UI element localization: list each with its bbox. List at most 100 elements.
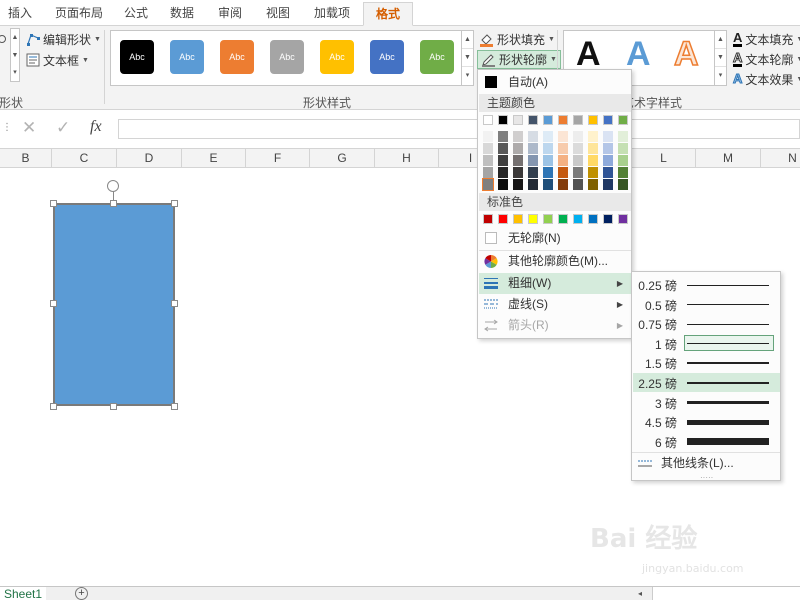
resize-handle[interactable] (171, 300, 178, 307)
edit-shape-button[interactable]: 编辑形状 ▼ (26, 30, 101, 48)
rotate-handle-icon[interactable] (107, 180, 119, 192)
column-header[interactable]: C (52, 149, 117, 168)
color-swatch[interactable] (498, 143, 508, 154)
scroll-up-icon[interactable]: ▲ (715, 31, 726, 49)
text-effects-button[interactable]: A 文本效果 ▼ (732, 70, 800, 88)
resize-grip-icon[interactable]: ····· (700, 473, 713, 482)
color-swatch[interactable] (558, 155, 568, 166)
color-swatch[interactable] (603, 115, 613, 125)
color-swatch[interactable] (603, 179, 613, 190)
color-swatch[interactable] (528, 167, 538, 178)
insert-function-icon[interactable]: fx (90, 118, 102, 136)
resize-handle[interactable] (171, 403, 178, 410)
column-header[interactable]: L (632, 149, 696, 168)
resize-handle[interactable] (110, 200, 117, 207)
resize-handle[interactable] (50, 403, 57, 410)
color-swatch[interactable] (618, 143, 628, 154)
color-swatch[interactable] (483, 167, 493, 178)
color-swatch[interactable] (483, 155, 493, 166)
color-swatch[interactable] (528, 115, 538, 125)
color-swatch[interactable] (573, 167, 583, 178)
tab-format[interactable]: 格式 (363, 2, 413, 26)
color-swatch[interactable] (543, 131, 553, 142)
color-swatch[interactable] (498, 179, 508, 190)
color-swatch[interactable] (483, 115, 493, 125)
add-sheet-button[interactable]: + (75, 587, 88, 600)
shapes-gallery-edge[interactable] (0, 30, 6, 48)
menu-item-automatic[interactable]: 自动(A) (479, 72, 631, 93)
color-swatch[interactable] (573, 155, 583, 166)
column-header[interactable]: N (761, 149, 800, 168)
color-swatch[interactable] (513, 155, 523, 166)
shape-outline-button[interactable]: 形状轮廓 ▼ (477, 50, 561, 69)
color-swatch[interactable] (498, 155, 508, 166)
cancel-icon[interactable]: ✕ (22, 118, 36, 138)
wordart-scroll[interactable]: ▲ ▼ ▾ (715, 30, 727, 86)
color-swatch[interactable] (543, 155, 553, 166)
line-weight-option[interactable]: 0.75 磅 (633, 314, 780, 333)
scroll-down-icon[interactable]: ▼ (462, 49, 473, 67)
color-swatch[interactable] (603, 131, 613, 142)
shape-style-swatch[interactable]: Abc (220, 40, 254, 74)
color-swatch[interactable] (528, 131, 538, 142)
menu-item-dashes[interactable]: 虚线(S) ▶ (479, 294, 631, 315)
text-fill-button[interactable]: A 文本填充 ▼ (733, 30, 800, 48)
color-swatch[interactable] (513, 179, 523, 190)
text-outline-button[interactable]: A 文本轮廓 ▼ (732, 50, 800, 68)
sheet-tab[interactable]: Sheet1 (0, 587, 47, 600)
column-header[interactable]: F (246, 149, 310, 168)
shape-style-swatch[interactable]: Abc (170, 40, 204, 74)
color-swatch[interactable] (543, 115, 553, 125)
shape-style-swatch[interactable]: Abc (370, 40, 404, 74)
scroll-left-icon[interactable]: ◂ (638, 589, 646, 599)
color-swatch[interactable] (558, 143, 568, 154)
line-weight-option[interactable]: 0.5 磅 (633, 295, 780, 314)
tab-page-layout[interactable]: 页面布局 (50, 2, 108, 26)
enter-icon[interactable]: ✓ (56, 118, 70, 138)
shape-style-swatch[interactable]: Abc (320, 40, 354, 74)
color-swatch[interactable] (618, 155, 628, 166)
menu-item-more-colors[interactable]: 其他轮廓颜色(M)... (479, 251, 631, 272)
shape-style-swatch[interactable]: Abc (120, 40, 154, 74)
color-swatch[interactable] (618, 167, 628, 178)
color-swatch[interactable] (558, 131, 568, 142)
color-swatch[interactable] (588, 167, 598, 178)
shape-fill-button[interactable]: 形状填充 ▼ (479, 30, 555, 48)
rectangle-shape[interactable] (53, 203, 175, 406)
color-swatch[interactable] (603, 167, 613, 178)
drag-handle-icon[interactable]: ⋮ (2, 122, 12, 133)
resize-handle[interactable] (110, 403, 117, 410)
tab-insert[interactable]: 插入 (0, 2, 40, 26)
color-swatch[interactable] (558, 167, 568, 178)
line-weight-option[interactable]: 6 磅 (633, 432, 780, 451)
line-weight-option[interactable]: 0.25 磅 (633, 275, 780, 294)
column-header[interactable]: G (310, 149, 375, 168)
color-swatch[interactable] (528, 143, 538, 154)
color-swatch[interactable] (618, 179, 628, 190)
color-swatch[interactable] (543, 179, 553, 190)
gallery-more-icon[interactable]: ▾ (462, 67, 473, 85)
color-swatch[interactable] (573, 143, 583, 154)
column-header[interactable]: H (375, 149, 439, 168)
color-swatch[interactable] (528, 155, 538, 166)
color-swatch[interactable] (588, 214, 598, 224)
color-swatch[interactable] (588, 131, 598, 142)
wordart-style-orange-outline[interactable]: A (673, 34, 699, 74)
color-swatch[interactable] (528, 179, 538, 190)
color-swatch[interactable] (498, 214, 508, 224)
color-swatch[interactable] (513, 214, 523, 224)
menu-item-more-lines[interactable]: 其他线条(L)... (633, 453, 780, 474)
line-weight-option[interactable]: 1 磅 (633, 334, 780, 353)
tab-view[interactable]: 视图 (260, 2, 296, 26)
column-header[interactable]: E (182, 149, 246, 168)
tab-review[interactable]: 审阅 (212, 2, 248, 26)
color-swatch[interactable] (528, 214, 538, 224)
scroll-up-icon[interactable]: ▲ (462, 31, 473, 49)
color-swatch[interactable] (618, 131, 628, 142)
column-header[interactable]: B (0, 149, 52, 168)
color-swatch[interactable] (498, 115, 508, 125)
resize-handle[interactable] (50, 300, 57, 307)
menu-item-no-outline[interactable]: 无轮廓(N) (479, 228, 631, 249)
color-swatch[interactable] (618, 115, 628, 125)
shape-style-swatch[interactable]: Abc (420, 40, 454, 74)
